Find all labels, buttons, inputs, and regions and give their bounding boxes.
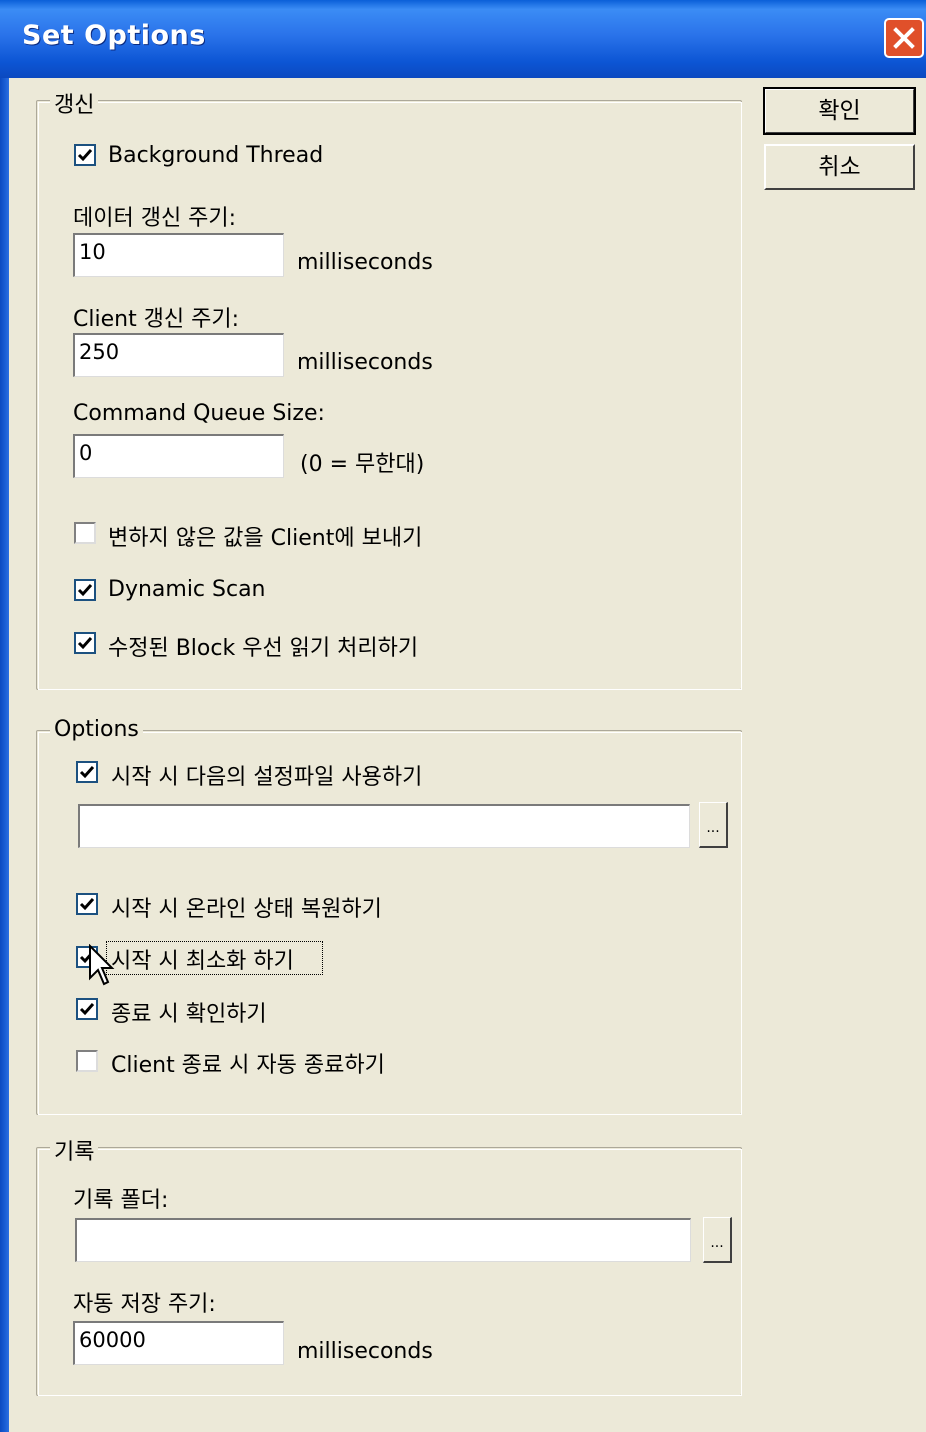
- client-refresh-label: Client 갱신 주기:: [73, 307, 240, 332]
- config-file-input[interactable]: [78, 804, 690, 848]
- options-group-legend: Options: [50, 717, 143, 742]
- autosave-label: 자동 저장 주기:: [73, 1292, 216, 1317]
- auto-exit-label: Client 종료 시 자동 종료하기: [111, 1053, 385, 1078]
- data-refresh-unit: milliseconds: [297, 250, 433, 275]
- queue-size-label: Command Queue Size:: [73, 401, 325, 426]
- restore-online-checkbox[interactable]: [76, 893, 98, 915]
- refresh-group-legend: 갱신: [50, 87, 99, 119]
- checkmark-icon: [79, 1003, 95, 1016]
- checkmark-icon: [77, 584, 93, 597]
- client-refresh-value: 250: [79, 340, 120, 364]
- minimize-label: 시작 시 최소화 하기: [111, 949, 294, 974]
- use-config-checkbox[interactable]: [76, 761, 98, 783]
- checkmark-icon: [77, 149, 93, 162]
- background-thread-checkbox[interactable]: [74, 144, 96, 166]
- queue-size-value: 0: [79, 441, 93, 465]
- log-folder-label: 기록 폴더:: [73, 1188, 169, 1213]
- autosave-input[interactable]: 60000: [73, 1321, 284, 1365]
- client-refresh-unit: milliseconds: [297, 350, 433, 375]
- cancel-button[interactable]: 취소: [764, 144, 915, 190]
- data-refresh-value: 10: [79, 240, 106, 264]
- dynamic-scan-checkbox[interactable]: [74, 579, 96, 601]
- ok-button[interactable]: 확인: [763, 87, 916, 135]
- checkmark-icon: [79, 766, 95, 779]
- set-options-dialog: Set Options 확인 취소 갱신 Background Thread 데…: [0, 0, 926, 1432]
- checkmark-icon: [79, 898, 95, 911]
- queue-size-hint: (0 = 무한대): [300, 452, 425, 477]
- background-thread-label: Background Thread: [108, 143, 324, 168]
- window-title: Set Options: [22, 20, 206, 51]
- modified-block-checkbox[interactable]: [74, 632, 96, 654]
- mouse-pointer-icon: [89, 944, 115, 986]
- use-config-label: 시작 시 다음의 설정파일 사용하기: [111, 765, 423, 790]
- autosave-unit: milliseconds: [297, 1339, 433, 1364]
- checkmark-icon: [77, 637, 93, 650]
- confirm-exit-label: 종료 시 확인하기: [111, 1002, 267, 1027]
- log-group-legend: 기록: [50, 1134, 99, 1166]
- confirm-exit-checkbox[interactable]: [76, 998, 98, 1020]
- window-frame: [0, 78, 9, 1432]
- modified-block-label: 수정된 Block 우선 읽기 처리하기: [108, 636, 419, 661]
- autosave-value: 60000: [79, 1328, 146, 1352]
- auto-exit-checkbox[interactable]: [76, 1050, 98, 1072]
- log-folder-browse-button[interactable]: ...: [703, 1217, 732, 1263]
- log-folder-input[interactable]: [75, 1218, 691, 1262]
- data-refresh-label: 데이터 갱신 주기:: [73, 206, 237, 231]
- send-unchanged-checkbox[interactable]: [74, 522, 96, 544]
- data-refresh-input[interactable]: 10: [73, 233, 284, 277]
- dynamic-scan-label: Dynamic Scan: [108, 577, 266, 602]
- close-icon: [893, 27, 915, 49]
- config-browse-button[interactable]: ...: [699, 802, 728, 848]
- send-unchanged-label: 변하지 않은 값을 Client에 보내기: [108, 526, 423, 551]
- queue-size-input[interactable]: 0: [73, 434, 284, 478]
- restore-online-label: 시작 시 온라인 상태 복원하기: [111, 897, 382, 922]
- client-refresh-input[interactable]: 250: [73, 333, 284, 377]
- close-button[interactable]: [884, 18, 924, 58]
- title-bar[interactable]: Set Options: [0, 0, 926, 78]
